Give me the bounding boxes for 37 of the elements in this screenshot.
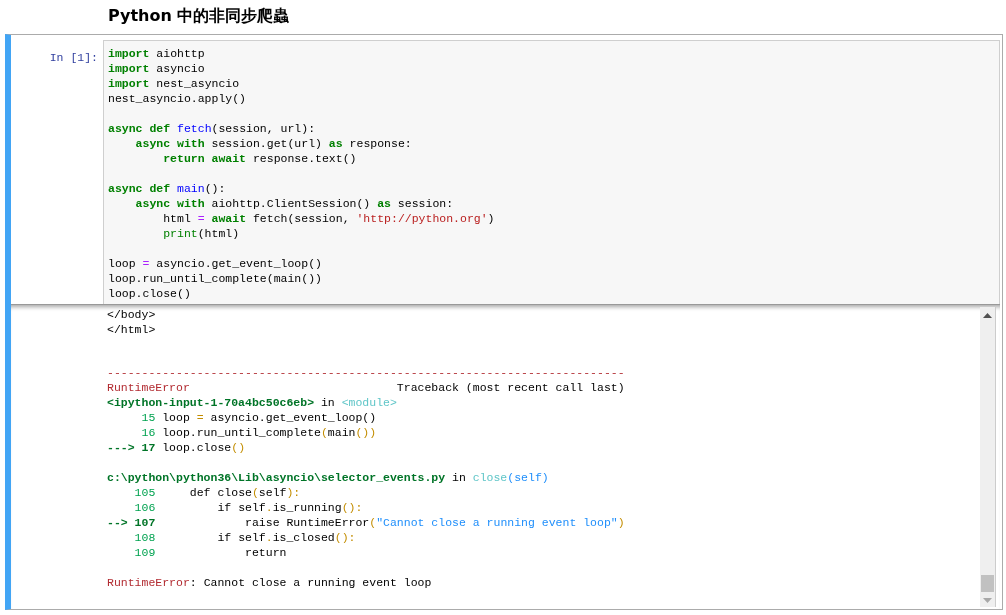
scroll-thumb[interactable]: [981, 575, 994, 592]
code-line: nest_asyncio.apply(): [108, 91, 247, 106]
code-line: html = await fetch(session, 'http://python.org'): [162, 211, 495, 226]
notebook-cell[interactable]: [5, 34, 1003, 610]
code-line: import nest_asyncio: [108, 76, 240, 91]
traceback-line: RuntimeError Traceback (most recent call last): [107, 380, 625, 395]
code-line: print(html): [162, 226, 240, 241]
output-line: </html>: [107, 322, 156, 337]
traceback-line: 15 loop = asyncio.get_event_loop(): [140, 410, 377, 425]
traceback-line: 105 def close(self):: [133, 485, 301, 500]
traceback-line: 16 loop.run_until_complete(main()): [140, 425, 377, 440]
code-line: async with aiohttp.ClientSession() as session:: [134, 196, 454, 211]
code-line: loop = asyncio.get_event_loop(): [108, 256, 322, 271]
code-line: async def main():: [108, 181, 226, 196]
traceback-line: ---------------------------------------------------------------------------: [107, 365, 625, 380]
code-editor[interactable]: [103, 40, 1000, 304]
traceback-line: ---> 17 loop.close(): [107, 440, 246, 455]
code-line: async def fetch(session, url):: [108, 121, 316, 136]
traceback-line: 108 if self.is_closed():: [133, 530, 356, 545]
input-prompt: In [1]:: [48, 50, 99, 66]
traceback-line: c:\python\python36\Lib\asyncio\selector_events.py in close(self): [107, 470, 549, 485]
code-line: import aiohttp: [108, 46, 205, 61]
code-line: loop.close(): [108, 286, 191, 301]
code-line: import asyncio: [108, 61, 205, 76]
code-line: return await response.text(): [162, 151, 357, 166]
traceback-line: <ipython-input-1-70a4bc50c6eb> in <module>: [107, 395, 397, 410]
output-line: </body>: [107, 307, 156, 322]
scroll-up-icon[interactable]: [983, 313, 992, 318]
traceback-line: RuntimeError: Cannot close a running event loop: [107, 575, 432, 590]
code-line: loop.run_until_complete(main()): [108, 271, 322, 286]
notebook-heading: Python 中的非同步爬蟲: [107, 5, 291, 27]
scrollbar[interactable]: [980, 307, 996, 607]
traceback-line: 106 if self.is_running():: [133, 500, 363, 515]
traceback-line: --> 107 raise RuntimeError("Cannot close a running event loop"): [107, 515, 625, 530]
scroll-down-icon[interactable]: [983, 598, 992, 603]
code-line: async with session.get(url) as response:: [134, 136, 412, 151]
traceback-line: 109 return: [133, 545, 287, 560]
